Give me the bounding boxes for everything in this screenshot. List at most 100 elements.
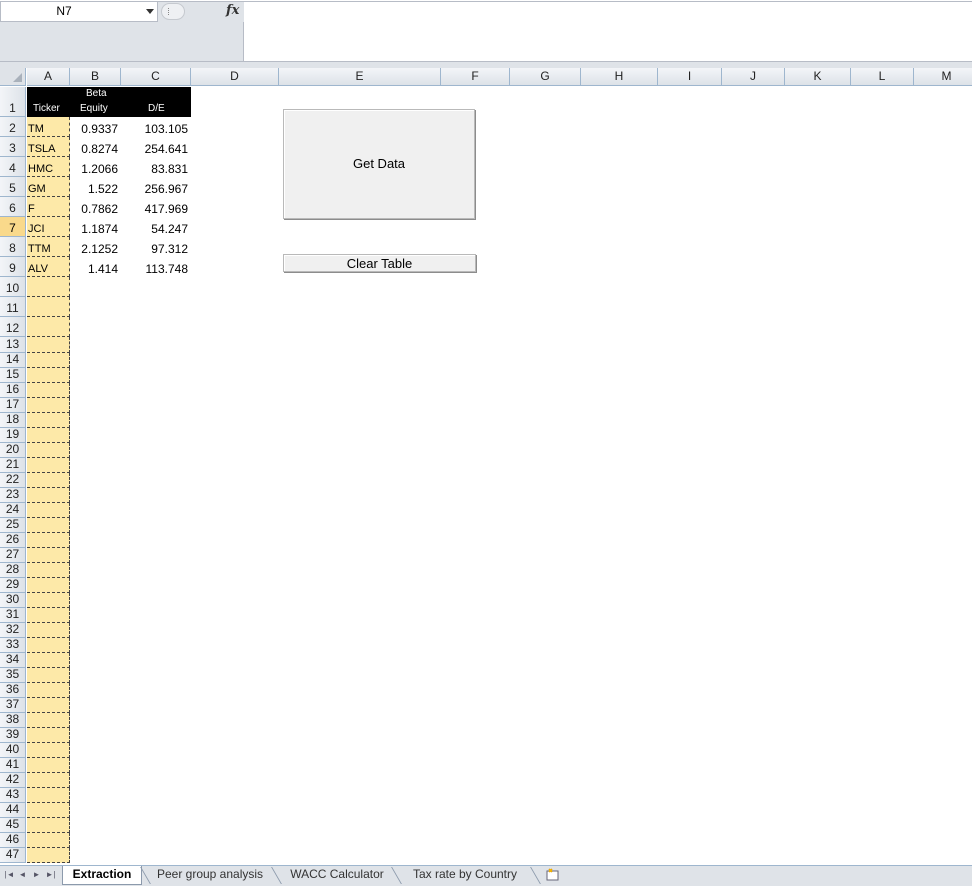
ticker-cell[interactable]: F (27, 197, 70, 217)
column-header[interactable]: K (785, 68, 851, 86)
row-header[interactable]: 39 (0, 727, 26, 743)
ticker-cell[interactable] (27, 578, 70, 593)
tab-peer-group-analysis[interactable]: Peer group analysis (150, 866, 270, 885)
ticker-cell[interactable] (27, 608, 70, 623)
de-ratio-cell[interactable]: 113.748 (121, 257, 191, 277)
row-header[interactable]: 23 (0, 487, 26, 503)
ticker-cell[interactable] (27, 443, 70, 458)
row-header[interactable]: 41 (0, 757, 26, 773)
ticker-cell[interactable] (27, 518, 70, 533)
row-header[interactable]: 16 (0, 382, 26, 398)
ticker-cell[interactable] (27, 503, 70, 518)
row-header[interactable]: 5 (0, 177, 26, 197)
de-ratio-cell[interactable]: 54.247 (121, 217, 191, 237)
row-header[interactable]: 28 (0, 562, 26, 578)
de-ratio-cell[interactable]: 256.967 (121, 177, 191, 197)
row-header[interactable]: 8 (0, 237, 26, 257)
ticker-cell[interactable] (27, 638, 70, 653)
ticker-cell[interactable] (27, 428, 70, 443)
column-header[interactable]: J (722, 68, 785, 86)
column-header[interactable]: E (279, 68, 441, 86)
insert-sheet-icon[interactable] (546, 868, 560, 881)
get-data-button[interactable]: Get Data (283, 109, 475, 219)
ticker-cell[interactable] (27, 413, 70, 428)
row-header[interactable]: 9 (0, 257, 26, 277)
clear-table-button[interactable]: Clear Table (283, 254, 476, 272)
prev-sheet-icon[interactable]: ◄ (17, 869, 28, 881)
beta-equity-cell[interactable]: 1.1874 (70, 217, 121, 237)
row-header[interactable]: 19 (0, 427, 26, 443)
row-header[interactable]: 7 (0, 217, 26, 237)
beta-equity-cell[interactable]: 1.522 (70, 177, 121, 197)
de-ratio-cell[interactable]: 97.312 (121, 237, 191, 257)
ticker-cell[interactable] (27, 398, 70, 413)
row-header[interactable]: 37 (0, 697, 26, 713)
column-header[interactable]: F (441, 68, 510, 86)
next-sheet-icon[interactable]: ► (31, 869, 42, 881)
row-header[interactable]: 4 (0, 157, 26, 177)
ticker-cell[interactable] (27, 713, 70, 728)
ticker-cell[interactable] (27, 317, 70, 337)
column-header[interactable]: M (914, 68, 972, 86)
ticker-cell[interactable] (27, 383, 70, 398)
ticker-cell[interactable] (27, 788, 70, 803)
ticker-cell[interactable] (27, 803, 70, 818)
ticker-cell[interactable]: TM (27, 117, 70, 137)
row-header[interactable]: 31 (0, 607, 26, 623)
tab-extraction[interactable]: Extraction (62, 866, 142, 885)
ticker-cell[interactable] (27, 653, 70, 668)
ticker-cell[interactable] (27, 758, 70, 773)
row-header[interactable]: 27 (0, 547, 26, 563)
ticker-cell[interactable] (27, 773, 70, 788)
row-header[interactable]: 17 (0, 397, 26, 413)
ticker-cell[interactable] (27, 473, 70, 488)
formula-input[interactable] (244, 1, 972, 62)
ticker-cell[interactable] (27, 728, 70, 743)
ticker-cell[interactable]: TSLA (27, 137, 70, 157)
name-box-dropdown-icon[interactable] (146, 9, 154, 14)
beta-equity-cell[interactable]: 2.1252 (70, 237, 121, 257)
row-header[interactable]: 34 (0, 652, 26, 668)
row-header[interactable]: 21 (0, 457, 26, 473)
column-header[interactable]: G (510, 68, 581, 86)
row-header[interactable]: 47 (0, 847, 26, 863)
ticker-cell[interactable]: HMC (27, 157, 70, 177)
ticker-cell[interactable] (27, 297, 70, 317)
row-header[interactable]: 14 (0, 352, 26, 368)
row-header[interactable]: 35 (0, 667, 26, 683)
beta-equity-cell[interactable]: 1.2066 (70, 157, 121, 177)
beta-equity-cell[interactable]: 1.414 (70, 257, 121, 277)
row-header[interactable]: 43 (0, 787, 26, 803)
row-header[interactable]: 46 (0, 832, 26, 848)
row-header[interactable]: 45 (0, 817, 26, 833)
row-header[interactable]: 11 (0, 297, 26, 317)
name-box[interactable]: N7 (0, 1, 158, 22)
ticker-cell[interactable] (27, 277, 70, 297)
ticker-cell[interactable] (27, 368, 70, 383)
row-header[interactable]: 13 (0, 337, 26, 353)
formula-bar-splitter[interactable] (161, 3, 185, 20)
ticker-cell[interactable] (27, 818, 70, 833)
column-header[interactable]: D (191, 68, 279, 86)
row-header[interactable]: 42 (0, 772, 26, 788)
ticker-cell[interactable] (27, 698, 70, 713)
column-header[interactable]: A (27, 68, 70, 86)
de-ratio-cell[interactable]: 417.969 (121, 197, 191, 217)
column-header[interactable]: B (70, 68, 121, 86)
row-header[interactable]: 2 (0, 117, 26, 137)
row-header[interactable]: 15 (0, 367, 26, 383)
row-header[interactable]: 20 (0, 442, 26, 458)
ticker-cell[interactable] (27, 563, 70, 578)
beta-equity-cell[interactable]: 0.8274 (70, 137, 121, 157)
de-ratio-cell[interactable]: 83.831 (121, 157, 191, 177)
ticker-cell[interactable]: GM (27, 177, 70, 197)
row-header[interactable]: 29 (0, 577, 26, 593)
row-header[interactable]: 44 (0, 802, 26, 818)
ticker-cell[interactable] (27, 488, 70, 503)
row-header[interactable]: 36 (0, 682, 26, 698)
column-header[interactable]: H (581, 68, 658, 86)
ticker-cell[interactable] (27, 593, 70, 608)
column-header[interactable]: I (658, 68, 722, 86)
ticker-cell[interactable] (27, 743, 70, 758)
ticker-cell[interactable] (27, 848, 70, 863)
